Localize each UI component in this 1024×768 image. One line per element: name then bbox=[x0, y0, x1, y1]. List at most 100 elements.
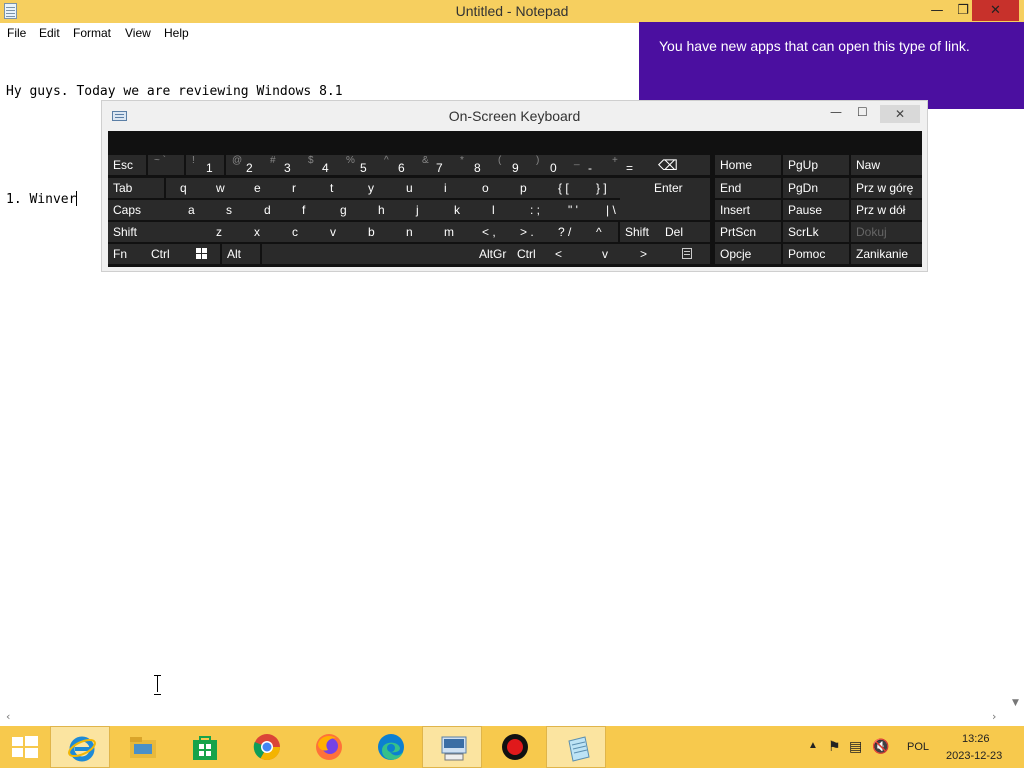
key-w[interactable]: w bbox=[202, 178, 240, 198]
key-space[interactable] bbox=[262, 244, 474, 264]
key-scroll-down[interactable]: Prz w dół bbox=[851, 200, 922, 220]
key-minus[interactable]: _ - bbox=[568, 155, 606, 175]
start-button[interactable] bbox=[0, 726, 48, 768]
key-bracket-right[interactable]: } ] bbox=[582, 178, 620, 198]
key-b[interactable]: b bbox=[354, 222, 392, 242]
key-g[interactable]: g bbox=[326, 200, 364, 220]
key-pgup[interactable]: PgUp bbox=[783, 155, 849, 175]
key-z[interactable]: z bbox=[202, 222, 240, 242]
osk-minimize-button[interactable]: — bbox=[830, 105, 842, 119]
taskbar-chrome[interactable] bbox=[236, 726, 296, 768]
key-s[interactable]: s bbox=[212, 200, 250, 220]
key-end[interactable]: End bbox=[715, 178, 781, 198]
key-q[interactable]: q bbox=[166, 178, 202, 198]
scroll-right-icon[interactable]: › bbox=[992, 710, 996, 723]
key-5[interactable]: % 5 bbox=[340, 155, 378, 175]
key-0[interactable]: ) 0 bbox=[530, 155, 568, 175]
key-tilde[interactable]: ~ ` bbox=[148, 155, 184, 175]
key-ctrl-right[interactable]: Ctrl bbox=[512, 244, 550, 264]
key-esc[interactable]: Esc bbox=[108, 155, 146, 175]
key-ctrl-left[interactable]: Ctrl bbox=[146, 244, 186, 264]
key-e[interactable]: e bbox=[240, 178, 278, 198]
horizontal-scrollbar[interactable]: ‹ › bbox=[0, 710, 1024, 726]
key-enter[interactable]: Enter bbox=[620, 178, 710, 220]
key-arrow-right[interactable]: > bbox=[626, 244, 664, 264]
key-scroll-up[interactable]: Prz w górę bbox=[851, 178, 922, 198]
key-dock[interactable]: Dokuj bbox=[851, 222, 922, 242]
toast-notification[interactable]: You have new apps that can open this typ… bbox=[639, 22, 1024, 109]
key-d[interactable]: d bbox=[250, 200, 288, 220]
key-shift-right[interactable]: Shift bbox=[620, 222, 660, 242]
menu-edit[interactable]: Edit bbox=[39, 26, 60, 40]
menu-help[interactable]: Help bbox=[164, 26, 189, 40]
key-menu[interactable] bbox=[664, 244, 710, 264]
key-l[interactable]: l bbox=[478, 200, 516, 220]
osk-title-bar[interactable]: On-Screen Keyboard — ☐ ✕ bbox=[102, 101, 927, 131]
key-u[interactable]: u bbox=[392, 178, 430, 198]
backspace-key-icon[interactable]: ⌫ bbox=[644, 155, 710, 175]
key-7[interactable]: & 7 bbox=[416, 155, 454, 175]
menu-file[interactable]: File bbox=[7, 26, 26, 40]
notepad-title-bar[interactable]: Untitled - Notepad — ❐ ✕ bbox=[0, 0, 1024, 23]
key-tab[interactable]: Tab bbox=[108, 178, 164, 198]
key-slash[interactable]: ? / bbox=[544, 222, 582, 242]
key-v[interactable]: v bbox=[316, 222, 354, 242]
key-equals[interactable]: + = bbox=[606, 155, 644, 175]
volume-muted-icon[interactable]: 🔇 bbox=[872, 738, 889, 755]
key-help[interactable]: Pomoc bbox=[783, 244, 849, 264]
osk-close-button[interactable]: ✕ bbox=[880, 105, 920, 123]
key-semicolon[interactable]: : ; bbox=[516, 200, 554, 220]
scroll-down-icon[interactable]: ▼ bbox=[1012, 698, 1019, 708]
taskbar-edge[interactable] bbox=[360, 726, 420, 768]
key-y[interactable]: y bbox=[354, 178, 392, 198]
key-k[interactable]: k bbox=[440, 200, 478, 220]
key-options[interactable]: Opcje bbox=[715, 244, 781, 264]
key-alt[interactable]: Alt bbox=[222, 244, 260, 264]
key-2[interactable]: @2 bbox=[226, 155, 264, 175]
clock-time[interactable]: 13:26 bbox=[962, 733, 990, 745]
key-bracket-left[interactable]: { [ bbox=[544, 178, 582, 198]
osk-maximize-button[interactable]: ☐ bbox=[857, 105, 868, 119]
menu-format[interactable]: Format bbox=[73, 26, 111, 40]
taskbar-notepad[interactable] bbox=[546, 726, 606, 768]
key-del[interactable]: Del bbox=[660, 222, 710, 242]
key-comma[interactable]: < , bbox=[468, 222, 506, 242]
network-icon[interactable]: ▤ bbox=[849, 738, 862, 755]
key-3[interactable]: #3 bbox=[264, 155, 302, 175]
vertical-scrollbar[interactable]: ▼ bbox=[1008, 43, 1024, 710]
key-scrlk[interactable]: ScrLk bbox=[783, 222, 849, 242]
key-arrow-left[interactable]: < bbox=[550, 244, 588, 264]
key-o[interactable]: o bbox=[468, 178, 506, 198]
key-shift-left[interactable]: Shift bbox=[108, 222, 202, 242]
input-language[interactable]: POL bbox=[907, 741, 929, 753]
clock-date[interactable]: 2023-12-23 bbox=[946, 750, 1002, 762]
key-n[interactable]: n bbox=[392, 222, 430, 242]
key-windows[interactable] bbox=[186, 244, 220, 264]
key-h[interactable]: h bbox=[364, 200, 402, 220]
taskbar-store[interactable] bbox=[174, 726, 234, 768]
key-x[interactable]: x bbox=[240, 222, 278, 242]
key-9[interactable]: (9 bbox=[492, 155, 530, 175]
key-f[interactable]: f bbox=[288, 200, 326, 220]
key-a[interactable]: a bbox=[174, 200, 212, 220]
key-caps[interactable]: Caps bbox=[108, 200, 174, 220]
key-c[interactable]: c bbox=[278, 222, 316, 242]
key-4[interactable]: $4 bbox=[302, 155, 340, 175]
key-naw[interactable]: Naw bbox=[851, 155, 922, 175]
taskbar-internet-explorer[interactable] bbox=[50, 726, 110, 768]
taskbar-file-explorer[interactable] bbox=[112, 726, 172, 768]
action-center-flag-icon[interactable]: ⚑ bbox=[828, 738, 841, 755]
key-arrow-up[interactable]: ^ bbox=[582, 222, 618, 242]
key-i[interactable]: i bbox=[430, 178, 468, 198]
key-prtscn[interactable]: PrtScn bbox=[715, 222, 781, 242]
key-pause[interactable]: Pause bbox=[783, 200, 849, 220]
show-hidden-icons-icon[interactable]: ▲ bbox=[808, 740, 818, 751]
key-altgr[interactable]: AltGr bbox=[474, 244, 512, 264]
key-6[interactable]: ^ 6 bbox=[378, 155, 416, 175]
key-backslash[interactable]: | \ bbox=[592, 200, 628, 220]
key-r[interactable]: r bbox=[278, 178, 316, 198]
key-arrow-down[interactable]: v bbox=[588, 244, 626, 264]
key-pgdn[interactable]: PgDn bbox=[783, 178, 849, 198]
key-fn[interactable]: Fn bbox=[108, 244, 146, 264]
taskbar-on-screen-keyboard[interactable] bbox=[422, 726, 482, 768]
